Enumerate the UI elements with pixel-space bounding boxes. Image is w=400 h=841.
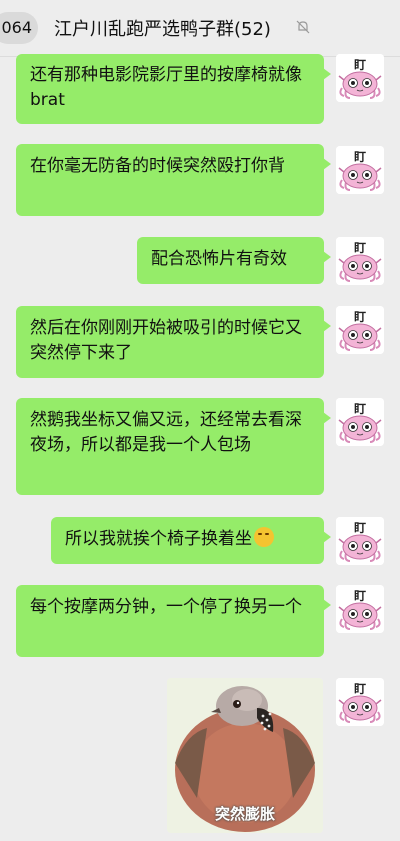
avatar[interactable]: 盯	[336, 146, 384, 194]
avatar[interactable]: 盯	[336, 517, 384, 565]
creature-avatar-icon: 盯	[336, 306, 384, 354]
avatar[interactable]: 盯	[336, 237, 384, 285]
message-bubble[interactable]: 所以我就挨个椅子换着坐	[51, 517, 331, 564]
message-bubble[interactable]: 每个按摩两分钟，一个停了换另一个	[16, 585, 331, 657]
message-bubble[interactable]: 然后在你刚刚开始被吸引的时候它又突然停下来了	[16, 306, 331, 378]
message-bubble[interactable]: 配合恐怖片有奇效	[137, 237, 331, 284]
avatar-label: 盯	[354, 589, 366, 603]
message-text: 还有那种电影院影厅里的按摩椅就像 brat	[30, 65, 302, 110]
message-bubble[interactable]: 在你毫无防备的时候突然殴打你背	[16, 144, 331, 216]
sticker-caption: 突然膨胀	[214, 805, 275, 823]
avatar-label: 盯	[354, 402, 366, 416]
message-bubble[interactable]: 还有那种电影院影厅里的按摩椅就像 brat	[16, 54, 331, 124]
avatar-label: 盯	[354, 241, 366, 255]
bell-off-icon	[296, 20, 310, 34]
message-text: 所以我就挨个椅子换着坐	[65, 529, 252, 549]
creature-avatar-icon: 盯	[336, 398, 384, 446]
creature-avatar-icon: 盯	[336, 678, 384, 726]
avatar[interactable]: 盯	[336, 398, 384, 446]
avatar-label: 盯	[354, 58, 366, 72]
creature-avatar-icon: 盯	[336, 146, 384, 194]
avatar-label: 盯	[354, 150, 366, 164]
chat-header: 064 江户川乱跑严选鸭子群(52)	[0, 0, 400, 57]
message-bubble[interactable]: 然鹅我坐标又偏又远，还经常去看深夜场，所以都是我一个人包场	[16, 398, 331, 495]
avatar[interactable]: 盯	[336, 678, 384, 726]
message-text: 然后在你刚刚开始被吸引的时候它又突然停下来了	[30, 318, 302, 363]
avatar-label: 盯	[354, 521, 366, 535]
avatar-label: 盯	[354, 310, 366, 324]
avatar[interactable]: 盯	[336, 54, 384, 102]
back-button-unread-count[interactable]: 064	[0, 12, 38, 44]
message-text: 每个按摩两分钟，一个停了换另一个	[30, 597, 302, 617]
chat-title[interactable]: 江户川乱跑严选鸭子群(52)	[54, 15, 271, 41]
creature-avatar-icon: 盯	[336, 517, 384, 565]
message-text: 然鹅我坐标又偏又远，还经常去看深夜场，所以都是我一个人包场	[30, 410, 302, 455]
creature-avatar-icon: 盯	[336, 54, 384, 102]
sticker-image[interactable]: 突然膨胀	[167, 678, 323, 833]
creature-avatar-icon: 盯	[336, 237, 384, 285]
message-text: 在你毫无防备的时候突然殴打你背	[30, 156, 285, 176]
message-text: 配合恐怖片有奇效	[151, 249, 287, 269]
avatar[interactable]: 盯	[336, 306, 384, 354]
avatar[interactable]: 盯	[336, 585, 384, 633]
avatar-label: 盯	[354, 682, 366, 696]
creature-avatar-icon: 盯	[336, 585, 384, 633]
laughing-crying-emoji-icon	[254, 527, 274, 547]
